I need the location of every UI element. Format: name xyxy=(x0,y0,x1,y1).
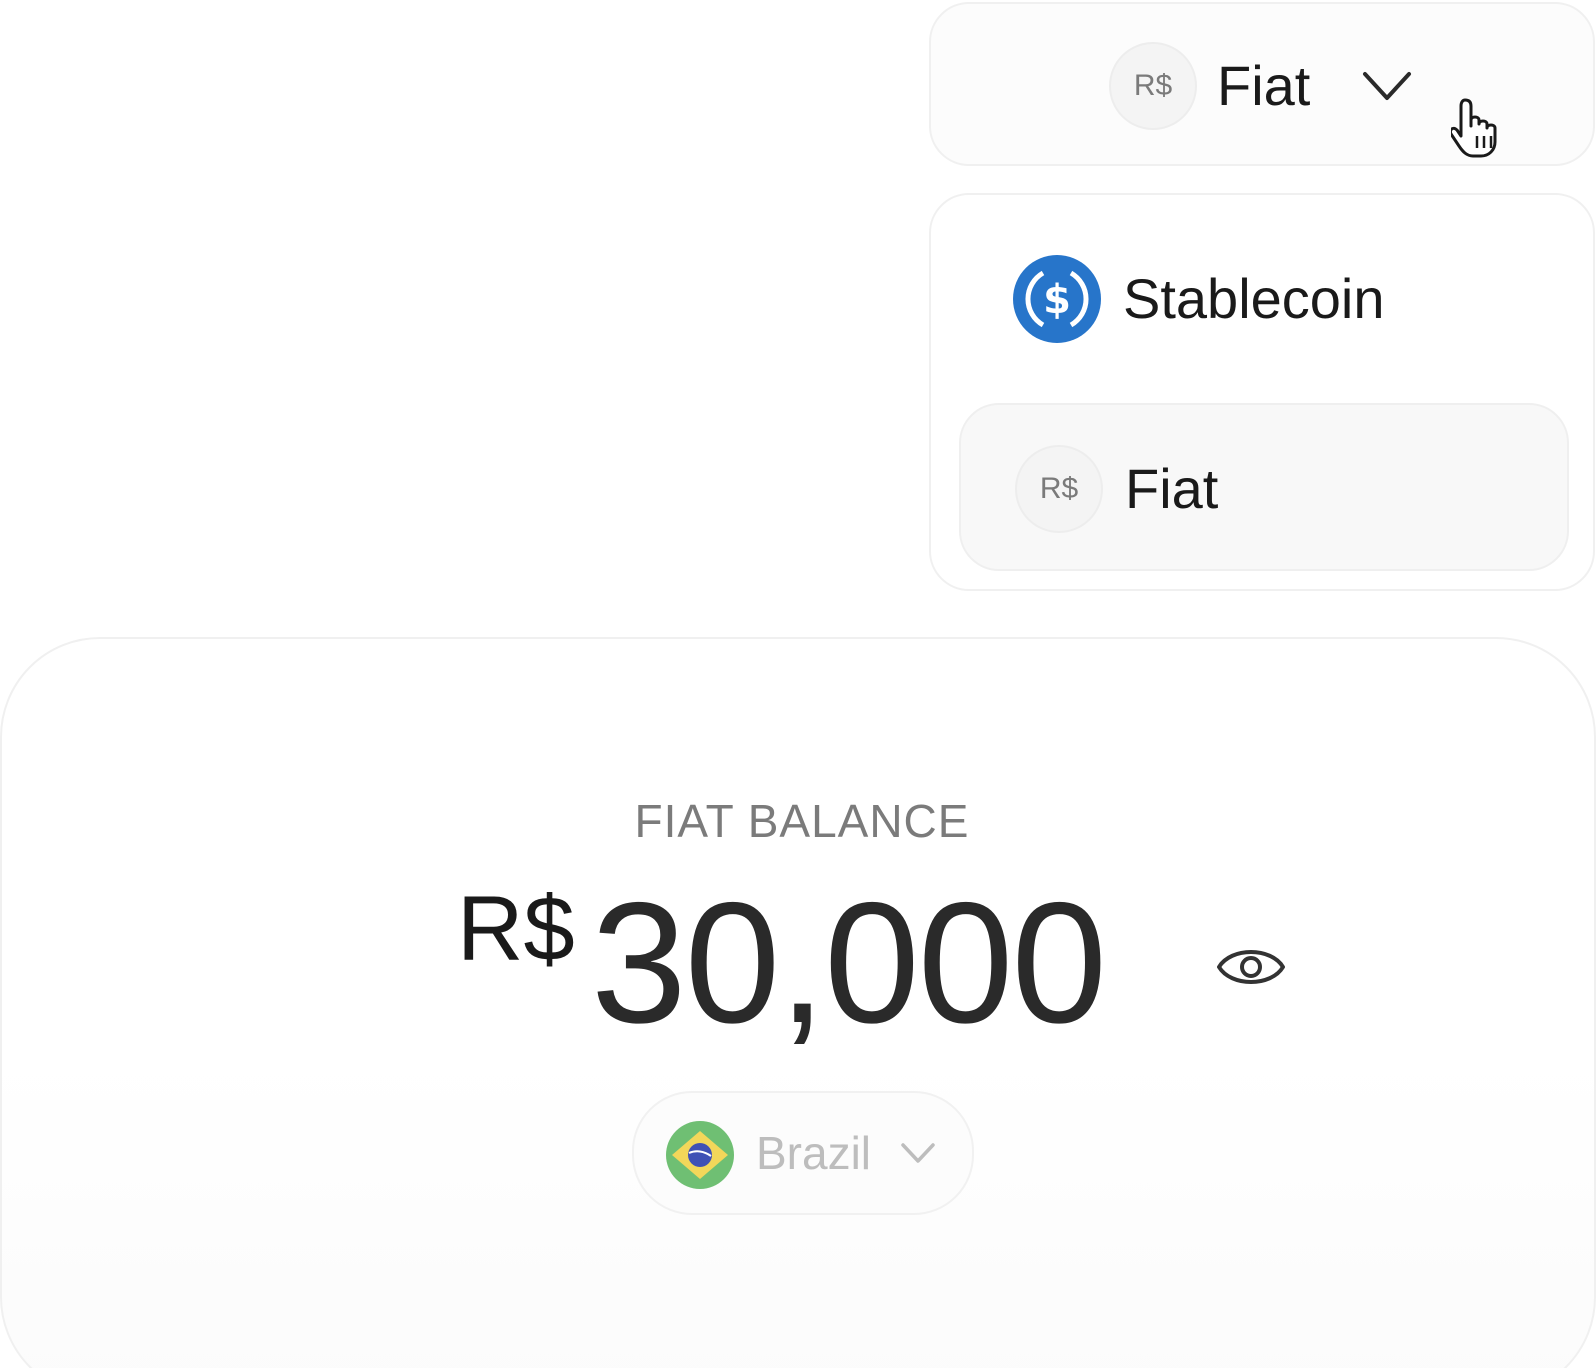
menu-item-fiat[interactable]: R$ Fiat xyxy=(959,403,1569,571)
menu-item-fiat-label: Fiat xyxy=(1125,457,1219,520)
brl-badge-text: R$ xyxy=(1039,472,1079,505)
chevron-down-icon xyxy=(901,1143,935,1163)
chevron-down-icon xyxy=(1363,72,1411,100)
hand-pointer-cursor-icon xyxy=(1451,98,1497,158)
country-selector[interactable]: Brazil xyxy=(632,1091,974,1215)
usdc-coin-icon: $ xyxy=(1013,255,1101,343)
wallet-type-menu: $ Stablecoin R$ Fiat xyxy=(929,193,1595,591)
page: R$ Fiat $ Stablecoin R$ Fiat FIAT BALANC… xyxy=(0,0,1596,1368)
country-label: Brazil xyxy=(756,1127,872,1179)
balance-currency-symbol: R$ xyxy=(457,878,575,980)
brazil-flag-icon xyxy=(666,1121,734,1189)
menu-item-stablecoin[interactable]: $ Stablecoin xyxy=(959,215,1569,383)
brl-badge-text: R$ xyxy=(1133,69,1173,102)
balance-amount: 30,000 xyxy=(591,867,1107,1059)
balance-card: FIAT BALANCE R$ 30,000 Brazil xyxy=(0,637,1596,1368)
eye-icon[interactable] xyxy=(1215,939,1287,995)
svg-text:$: $ xyxy=(1043,277,1071,323)
selected-wallet-type-label: Fiat xyxy=(1217,54,1311,117)
menu-item-stablecoin-label: Stablecoin xyxy=(1123,267,1385,330)
brl-currency-badge: R$ xyxy=(1015,445,1103,533)
balance-title: FIAT BALANCE xyxy=(634,795,970,847)
brl-currency-badge: R$ xyxy=(1109,42,1197,130)
wallet-type-selector[interactable]: R$ Fiat xyxy=(929,2,1595,166)
